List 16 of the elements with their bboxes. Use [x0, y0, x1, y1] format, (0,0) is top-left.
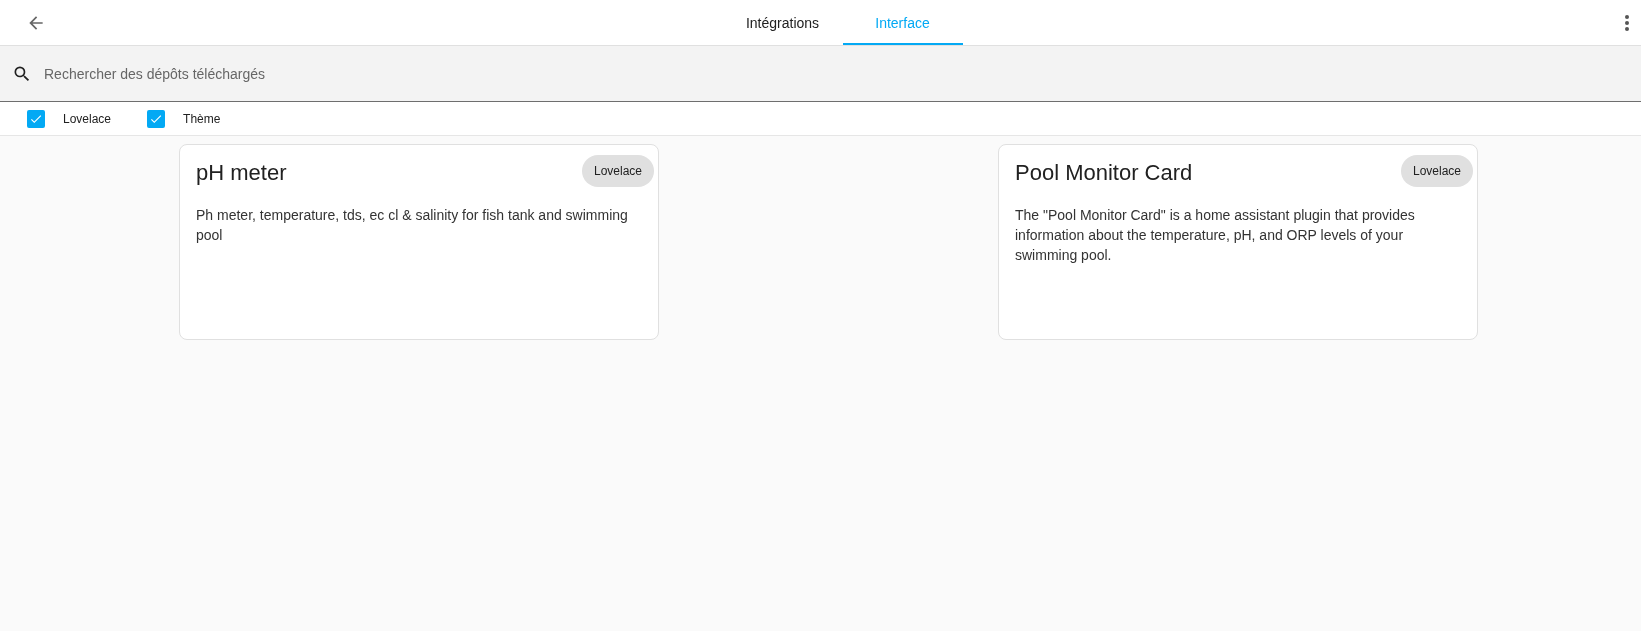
card-description: The "Pool Monitor Card" is a home assistant plugin that provides information about the temperature, pH, and ORP levels of your swimming pool. — [1015, 206, 1416, 265]
repository-card[interactable]: Pool Monitor Card Lovelace The "Pool Monitor Card" is a home assistant plugin that provides information about the temperature, pH, and ORP levels of your swimming pool. — [998, 144, 1478, 340]
checkbox-label: Lovelace — [63, 111, 112, 126]
repository-card[interactable]: pH meter Lovelace Ph meter, temperature, tds, ec cl & salinity for fish tank and swimming pool — [179, 144, 659, 340]
search-field[interactable]: Rechercher des dépôts téléchargés — [0, 46, 1641, 102]
checkbox[interactable] — [147, 109, 166, 128]
more-vertical-icon — [1625, 14, 1629, 31]
checkbox-label: Thème — [183, 111, 221, 126]
search-input[interactable]: Rechercher des dépôts téléchargés — [42, 64, 1641, 83]
category-tag: Lovelace — [1400, 155, 1473, 187]
card-title: Pool Monitor Card — [1015, 159, 1193, 186]
card-title: pH meter — [196, 159, 287, 186]
card-description: Ph meter, temperature, tds, ec cl & salinity for fish tank and swimming pool — [196, 206, 629, 245]
checkbox[interactable] — [27, 109, 45, 128]
tab[interactable]: Intégrations — [722, 0, 843, 45]
category-tag: Lovelace — [581, 155, 654, 187]
